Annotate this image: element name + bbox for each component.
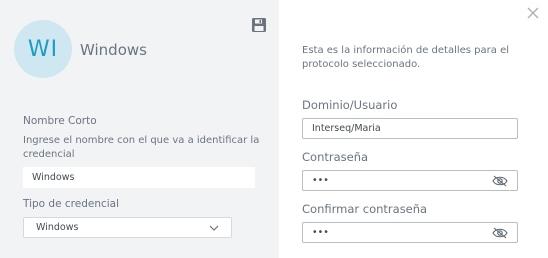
credential-type-select[interactable]: Windows [23,217,232,238]
credential-title: Windows [80,41,147,59]
protocol-info-text: Esta es la información de detalles para … [302,45,510,70]
domain-user-value: Interseq/Maria [312,123,381,134]
domain-user-input[interactable]: Interseq/Maria [302,118,518,139]
confirm-password-label: Confirmar contraseña [302,202,428,216]
short-name-help-text: Ingrese el nombre con el que va a identi… [23,135,260,160]
eye-slash-icon[interactable] [492,227,508,239]
eye-slash-icon[interactable] [492,175,508,187]
password-input[interactable]: ••• [302,170,518,191]
chevron-down-icon [209,225,219,231]
password-value: ••• [312,175,329,186]
avatar: WI [14,20,72,78]
credential-summary-panel: WI Windows Nombre Corto Ingrese el nombr… [0,0,279,258]
short-name-value: Windows [32,172,75,183]
password-label: Contraseña [302,150,369,164]
credential-type-value: Windows [36,222,79,233]
domain-user-label: Dominio/Usuario [302,98,398,112]
short-name-label: Nombre Corto [23,115,97,127]
close-icon[interactable] [526,6,540,20]
confirm-password-input[interactable]: ••• [302,222,518,243]
short-name-input[interactable]: Windows [23,167,255,188]
save-icon[interactable] [251,17,267,33]
confirm-password-value: ••• [312,227,329,238]
credential-type-label: Tipo de credencial [23,198,120,210]
